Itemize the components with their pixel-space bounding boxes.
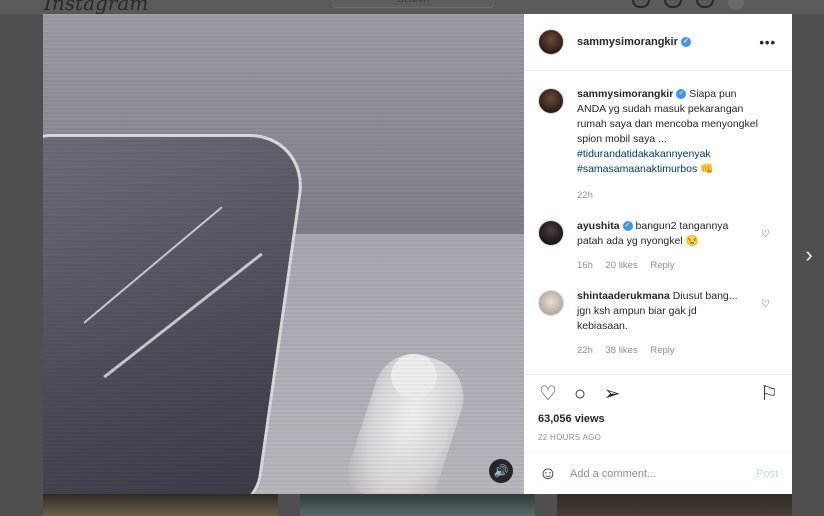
- hashtag-link[interactable]: #samasamaanaktimurbos: [577, 163, 697, 175]
- comment-time[interactable]: 16h: [577, 260, 593, 271]
- verified-badge-icon: ✓: [622, 221, 633, 232]
- video-scanlines: [43, 14, 524, 494]
- avatar[interactable]: [538, 220, 564, 246]
- heart-icon[interactable]: ♡: [761, 299, 770, 310]
- post-sidebar: sammysimorangkir ✓ ••• sammysimorangkir ✓ …: [524, 14, 792, 494]
- heart-icon[interactable]: ♡: [761, 229, 770, 240]
- comment-likes[interactable]: 38 likes: [606, 345, 638, 356]
- more-options-icon[interactable]: •••: [759, 35, 776, 50]
- comments-list: sammysimorangkir ✓ Siapa pun ANDA yg suda…: [524, 71, 792, 374]
- grid-thumbnail[interactable]: [43, 494, 278, 516]
- verified-badge-icon: ✓: [680, 37, 691, 48]
- grid-thumbnail[interactable]: [300, 494, 535, 516]
- top-navigation-bar: Instagram Search: [0, 0, 824, 15]
- post-video[interactable]: 🔊: [43, 14, 524, 494]
- comment-input[interactable]: [570, 467, 740, 480]
- nav-icons: [632, 0, 744, 10]
- verified-badge-icon: ✓: [676, 89, 687, 100]
- search-input[interactable]: Search: [332, 0, 494, 8]
- comment-username[interactable]: shintaaderukmana: [577, 290, 670, 302]
- comment-time[interactable]: 22h: [577, 345, 593, 356]
- comment-likes[interactable]: 20 likes: [606, 260, 638, 271]
- direct-icon[interactable]: [664, 0, 682, 8]
- hashtag-link[interactable]: #tidurandatidakakannyenyak: [577, 148, 711, 160]
- list-item: shintaaderukmana Diusut bang... jgn ksh …: [538, 289, 776, 358]
- views-count[interactable]: 63,056 views: [538, 413, 605, 425]
- comment-icon[interactable]: ○: [570, 384, 590, 404]
- caption-username[interactable]: sammysimorangkir: [577, 88, 673, 100]
- post-time[interactable]: 22 HOURS AGO: [538, 433, 601, 442]
- heart-icon[interactable]: ♡: [538, 384, 558, 404]
- avatar[interactable]: [538, 29, 564, 55]
- post-actions: ♡ ○ ➢ ⚐ 63,056 views 22 HOURS AGO ☺ Post: [524, 374, 792, 494]
- grid-thumbnail[interactable]: [557, 494, 792, 516]
- post-modal: 🔊 sammysimorangkir ✓ ••• sammysimorangkir…: [43, 14, 792, 494]
- caption: sammysimorangkir ✓ Siapa pun ANDA yg suda…: [538, 87, 776, 203]
- caption-time[interactable]: 22h: [577, 190, 593, 201]
- profile-avatar-icon[interactable]: [728, 0, 744, 10]
- bookmark-icon[interactable]: ⚐: [759, 384, 779, 404]
- avatar[interactable]: [538, 88, 564, 114]
- share-icon[interactable]: ➢: [602, 384, 622, 404]
- speaker-icon[interactable]: 🔊: [489, 459, 513, 483]
- avatar[interactable]: [538, 290, 564, 316]
- emoji-icon[interactable]: ☺: [538, 463, 558, 484]
- caption-emoji: 👊: [700, 163, 714, 175]
- comment-username[interactable]: ayushita: [577, 220, 620, 232]
- instagram-logo[interactable]: Instagram: [44, 0, 148, 15]
- post-comment-button[interactable]: Post: [756, 468, 778, 480]
- reply-button[interactable]: Reply: [650, 345, 674, 356]
- explore-icon[interactable]: [696, 0, 714, 8]
- add-comment-bar: ☺ Post: [524, 452, 792, 494]
- post-header: sammysimorangkir ✓ •••: [524, 14, 792, 71]
- reply-button[interactable]: Reply: [650, 260, 674, 271]
- home-icon[interactable]: [632, 0, 650, 8]
- list-item: ayushita ✓ bangun2 tangannya patah ada yg…: [538, 219, 776, 273]
- chevron-right-icon[interactable]: ›: [800, 244, 818, 266]
- post-username[interactable]: sammysimorangkir ✓: [577, 36, 691, 48]
